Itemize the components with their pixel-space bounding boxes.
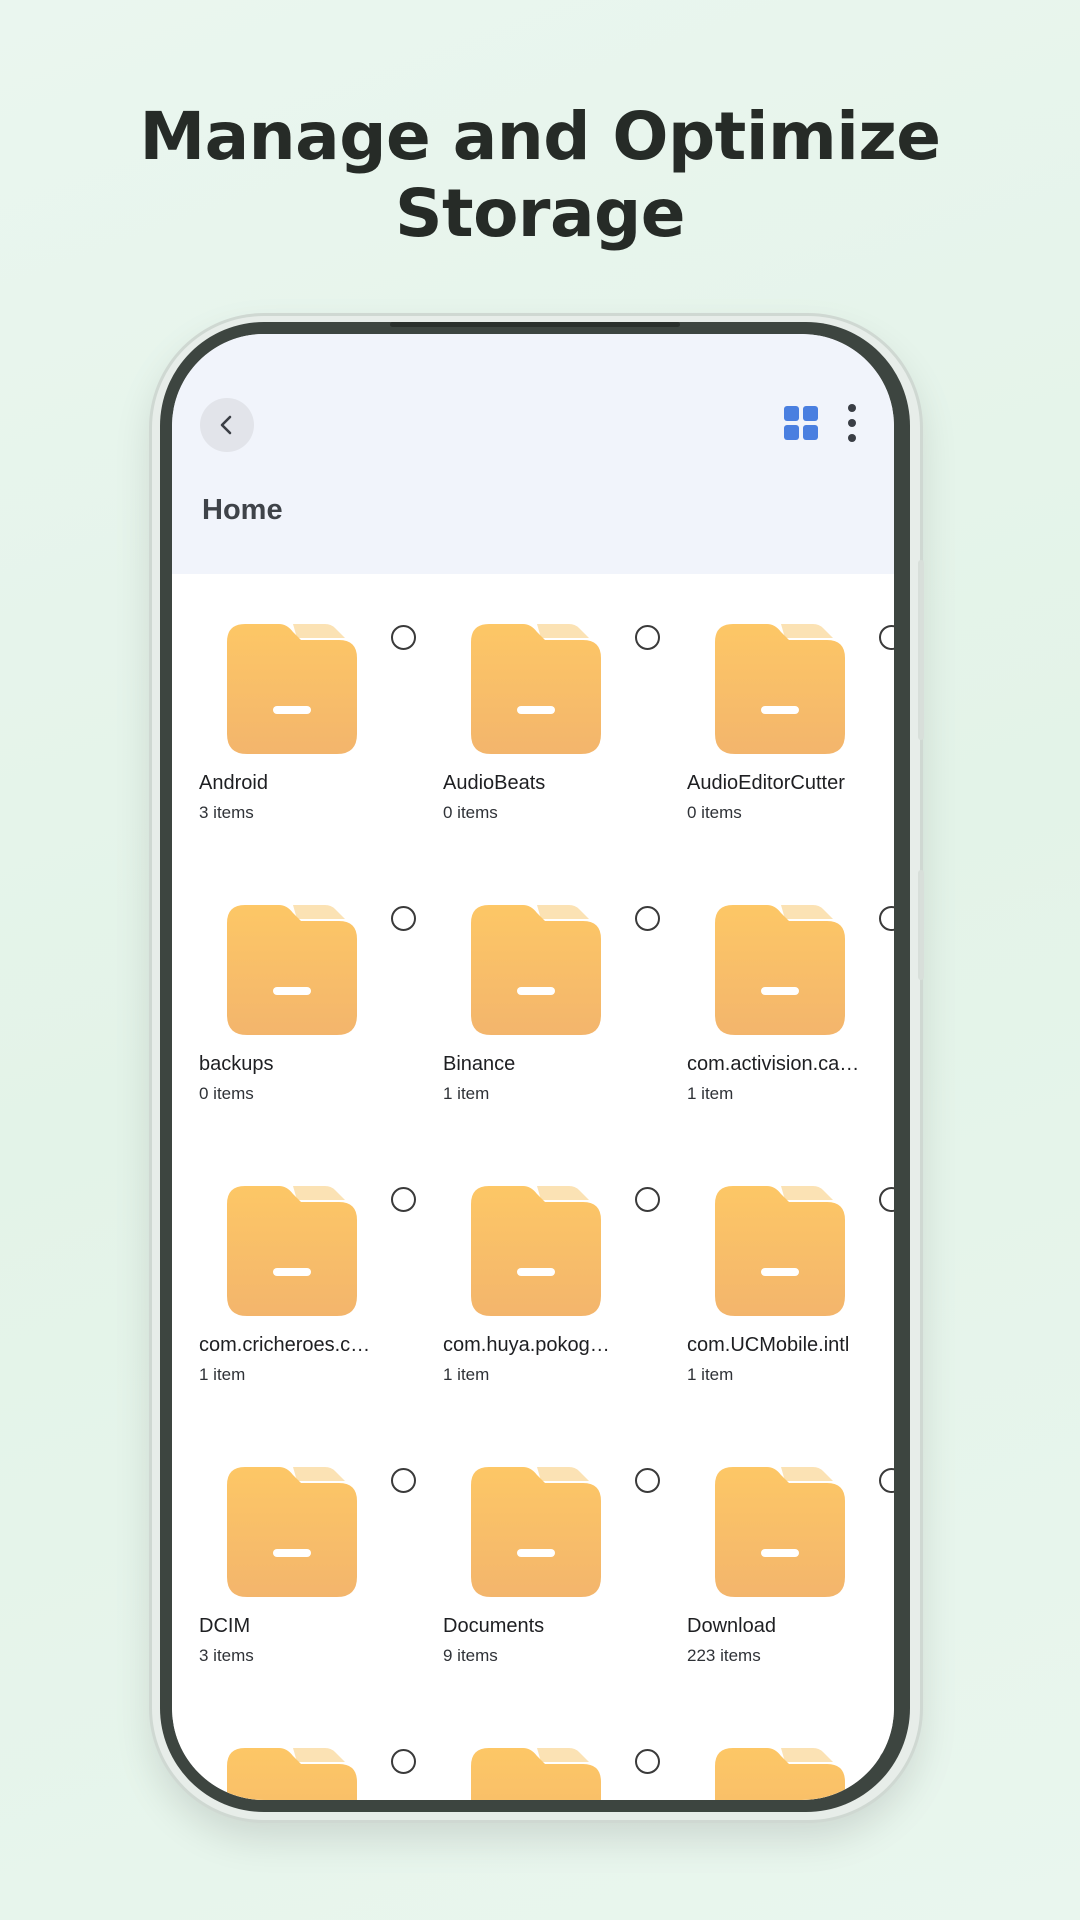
folder-item[interactable]: DCIM 3 items — [199, 1439, 443, 1720]
more-options-button[interactable] — [844, 404, 860, 442]
select-checkbox[interactable] — [879, 1187, 894, 1212]
phone-volume-button — [918, 560, 924, 740]
more-vertical-icon — [848, 419, 856, 427]
app-header: Home — [172, 334, 894, 574]
folder-icon — [715, 1186, 845, 1316]
folder-name: com.cricheroes.c… — [199, 1334, 371, 1356]
folder-name: com.huya.pokog… — [443, 1334, 610, 1356]
page-title: Home — [202, 494, 283, 526]
folder-name: com.UCMobile.intl — [687, 1334, 850, 1356]
folder-icon — [227, 1748, 357, 1800]
folder-item[interactable]: com.UCMobile.intl 1 item — [687, 1158, 894, 1439]
folder-icon — [715, 1467, 845, 1597]
folder-grid: Android 3 items AudioBeats 0 items Audio… — [172, 574, 894, 1800]
folder-item-count: 1 item — [443, 1365, 490, 1384]
back-button[interactable] — [200, 398, 254, 452]
folder-icon — [715, 1748, 845, 1800]
folder-name: backups — [199, 1053, 274, 1075]
folder-item[interactable]: com.huya.pokog… 1 item — [443, 1158, 687, 1439]
select-checkbox[interactable] — [391, 1749, 416, 1774]
folder-icon — [471, 905, 601, 1035]
folder-name: Binance — [443, 1053, 516, 1075]
folder-icon — [471, 1467, 601, 1597]
folder-icon — [471, 1186, 601, 1316]
select-checkbox[interactable] — [879, 625, 894, 650]
select-checkbox[interactable] — [391, 1468, 416, 1493]
folder-item-count: 9 items — [443, 1646, 498, 1665]
folder-item[interactable] — [443, 1720, 687, 1800]
folder-icon — [715, 905, 845, 1035]
folder-item-count: 1 item — [199, 1365, 246, 1384]
grid-view-icon — [784, 406, 818, 440]
folder-icon — [227, 1467, 357, 1597]
folder-item-count: 1 item — [687, 1365, 734, 1384]
folder-item[interactable]: Android 3 items — [199, 596, 443, 877]
folder-item[interactable]: com.activision.ca… 1 item — [687, 877, 894, 1158]
folder-icon — [227, 1186, 357, 1316]
folder-item-count: 1 item — [443, 1084, 490, 1103]
folder-name: Download — [687, 1615, 776, 1637]
phone-speaker — [390, 322, 680, 327]
more-vertical-icon — [848, 404, 856, 412]
folder-item-count: 0 items — [199, 1084, 254, 1103]
folder-item[interactable] — [199, 1720, 443, 1800]
folder-item-count: 0 items — [443, 803, 498, 822]
select-checkbox[interactable] — [635, 906, 660, 931]
select-checkbox[interactable] — [635, 1187, 660, 1212]
folder-item-count: 1 item — [687, 1084, 734, 1103]
folder-icon — [715, 624, 845, 754]
folder-item[interactable]: Download 223 items — [687, 1439, 894, 1720]
folder-name: Android — [199, 772, 268, 794]
select-checkbox[interactable] — [635, 1749, 660, 1774]
select-checkbox[interactable] — [391, 625, 416, 650]
select-checkbox[interactable] — [635, 1468, 660, 1493]
folder-name: AudioEditorCutter — [687, 772, 845, 794]
folder-icon — [227, 905, 357, 1035]
folder-icon — [227, 624, 357, 754]
folder-item[interactable]: Binance 1 item — [443, 877, 687, 1158]
select-checkbox[interactable] — [879, 906, 894, 931]
select-checkbox[interactable] — [879, 1749, 894, 1774]
folder-name: AudioBeats — [443, 772, 546, 794]
folder-item-count: 0 items — [687, 803, 742, 822]
folder-item[interactable]: Documents 9 items — [443, 1439, 687, 1720]
headline: Manage and Optimize Storage — [139, 98, 941, 252]
folder-name: DCIM — [199, 1615, 251, 1637]
folder-item[interactable] — [687, 1720, 894, 1800]
select-checkbox[interactable] — [391, 1187, 416, 1212]
folder-item[interactable]: backups 0 items — [199, 877, 443, 1158]
folder-icon — [471, 624, 601, 754]
folder-item-count: 223 items — [687, 1646, 761, 1665]
select-checkbox[interactable] — [391, 906, 416, 931]
folder-item[interactable]: com.cricheroes.c… 1 item — [199, 1158, 443, 1439]
folder-name: Documents — [443, 1615, 545, 1637]
folder-item[interactable]: AudioBeats 0 items — [443, 596, 687, 877]
select-checkbox[interactable] — [635, 625, 660, 650]
folder-item-count: 3 items — [199, 803, 254, 822]
folder-icon — [471, 1748, 601, 1800]
chevron-left-icon — [220, 415, 232, 435]
phone-screen: Home Android 3 items AudioBeats 0 items … — [172, 334, 894, 1800]
folder-name: com.activision.ca… — [687, 1053, 860, 1075]
grid-view-button[interactable] — [784, 406, 818, 440]
more-vertical-icon — [848, 434, 856, 442]
phone-power-button — [918, 870, 924, 980]
folder-item[interactable]: AudioEditorCutter 0 items — [687, 596, 894, 877]
folder-item-count: 3 items — [199, 1646, 254, 1665]
select-checkbox[interactable] — [879, 1468, 894, 1493]
